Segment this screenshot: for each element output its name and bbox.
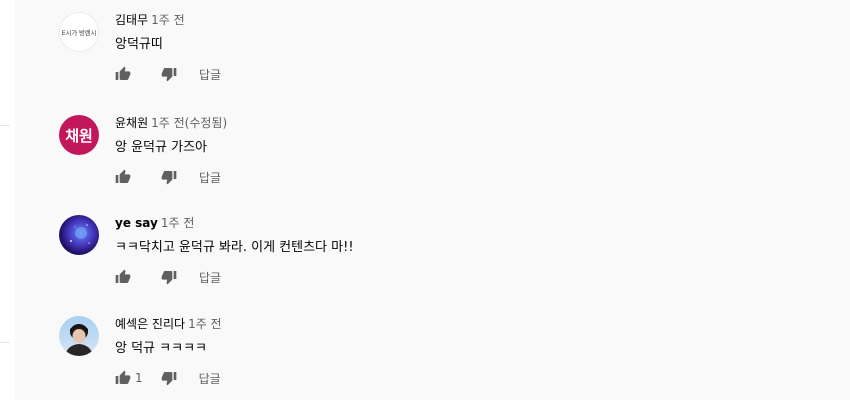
comment-header: 김태무 1주 전 bbox=[115, 12, 185, 28]
avatar-image bbox=[65, 324, 93, 356]
thumb-up-icon bbox=[115, 370, 131, 384]
avatar-letter: 채원 bbox=[65, 126, 93, 145]
like-button[interactable] bbox=[113, 168, 133, 186]
avatar-image bbox=[70, 224, 90, 244]
comment-item: ye say 1주 전 ㅋㅋ닥치고 윤덕규 봐라. 이게 컨텐츠다 마!! 답글 bbox=[59, 203, 819, 293]
dislike-button[interactable] bbox=[159, 168, 179, 186]
thumb-up-icon bbox=[115, 66, 131, 80]
comment-item: E시가 방랜시 김태무 1주 전 앙덕규띠 답글 bbox=[59, 0, 819, 90]
avatar[interactable]: E시가 방랜시 bbox=[59, 12, 99, 52]
avatar[interactable]: 채원 bbox=[59, 115, 99, 155]
thumb-down-icon bbox=[161, 171, 177, 185]
comment-author[interactable]: 윤채원 bbox=[115, 116, 148, 130]
divider bbox=[0, 125, 10, 126]
dislike-button[interactable] bbox=[159, 369, 179, 387]
like-button[interactable] bbox=[113, 268, 133, 286]
comment-actions: 1 답글 bbox=[113, 369, 221, 387]
comment-time[interactable]: 1주 전 bbox=[188, 317, 222, 331]
comment-header: ye say 1주 전 bbox=[115, 215, 194, 231]
reply-button[interactable]: 답글 bbox=[199, 66, 221, 83]
comment-item: 예섹은 진리다 1주 전 앙 덕규 ㅋㅋㅋㅋ 1 답글 bbox=[59, 304, 819, 394]
avatar[interactable] bbox=[59, 316, 99, 356]
thumb-up-icon bbox=[115, 169, 131, 183]
comment-header: 예섹은 진리다 1주 전 bbox=[115, 316, 222, 332]
reply-button[interactable]: 답글 bbox=[199, 269, 221, 286]
comment-text: 앙덕규띠 bbox=[115, 37, 163, 52]
comment-actions: 답글 bbox=[113, 65, 221, 83]
comment-text: 앙 윤덕규 가즈아 bbox=[115, 140, 207, 155]
comment-time[interactable]: 1주 전(수정됨) bbox=[151, 116, 227, 130]
comment-text: ㅋㅋ닥치고 윤덕규 봐라. 이게 컨텐츠다 마!! bbox=[115, 240, 354, 255]
comment-time[interactable]: 1주 전 bbox=[151, 13, 185, 27]
reply-button[interactable]: 답글 bbox=[199, 169, 221, 186]
thumb-down-icon bbox=[161, 372, 176, 386]
reply-button[interactable]: 답글 bbox=[199, 370, 221, 387]
comment-actions: 답글 bbox=[113, 168, 221, 186]
dislike-button[interactable] bbox=[159, 65, 179, 83]
thumb-down-icon bbox=[161, 271, 177, 285]
comment-item: 채원 윤채원 1주 전(수정됨) 앙 윤덕규 가즈아 답글 bbox=[59, 103, 819, 193]
avatar[interactable] bbox=[59, 215, 99, 255]
comments-panel: E시가 방랜시 김태무 1주 전 앙덕규띠 답글 채원 윤채원 1주 전(수정됨… bbox=[15, 0, 850, 400]
comment-header: 윤채원 1주 전(수정됨) bbox=[115, 115, 227, 131]
thumb-up-icon bbox=[115, 269, 131, 283]
page: E시가 방랜시 김태무 1주 전 앙덕규띠 답글 채원 윤채원 1주 전(수정됨… bbox=[0, 0, 850, 400]
comment-author[interactable]: 예섹은 진리다 bbox=[115, 317, 185, 331]
like-button[interactable] bbox=[113, 65, 133, 83]
like-count: 1 bbox=[135, 371, 143, 385]
comment-author[interactable]: ye say bbox=[115, 216, 158, 230]
avatar-logo-text: E시가 방랜시 bbox=[61, 29, 97, 37]
comment-time[interactable]: 1주 전 bbox=[161, 216, 195, 230]
dislike-button[interactable] bbox=[159, 268, 179, 286]
like-button[interactable] bbox=[113, 369, 133, 387]
comment-author[interactable]: 김태무 bbox=[115, 13, 148, 27]
comment-text: 앙 덕규 ㅋㅋㅋㅋ bbox=[115, 341, 207, 356]
comment-actions: 답글 bbox=[113, 268, 221, 286]
divider bbox=[0, 342, 10, 343]
thumb-down-icon bbox=[161, 68, 177, 82]
